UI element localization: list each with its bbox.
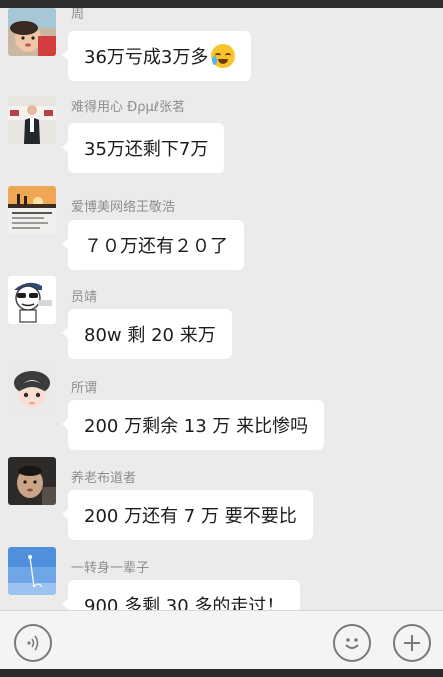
voice-icon[interactable] [14, 624, 52, 662]
avatar[interactable] [8, 8, 56, 56]
chat-message: 一转身一辈子 900 多剩 30 多的走过！ [0, 543, 443, 610]
chat-message: 员靖 80w 剩 20 来万 [0, 272, 443, 362]
sender-name: 难得用心 Ɖρμℓ张茗 [71, 100, 186, 115]
chat-message: 难得用心 Ɖρμℓ张茗 35万还剩下7万 [0, 92, 443, 182]
message-bubble[interactable]: 80w 剩 20 来万 [62, 309, 232, 359]
plus-icon[interactable] [393, 624, 431, 662]
message-bubble[interactable]: 36万亏成3万多 [61, 31, 252, 81]
avatar[interactable] [8, 276, 56, 324]
message-bubble[interactable]: 200 万还有 7 万 要不要比 [62, 490, 313, 540]
avatar[interactable] [8, 367, 56, 415]
avatar[interactable] [8, 457, 56, 505]
chat-input-bar [0, 610, 443, 677]
message-text: 200 万剩余 13 万 来比惨吗 [84, 416, 309, 437]
chat-message-list[interactable]: 周 36万亏成3万多 难得用心 Ɖρμℓ张茗 35万还剩下7万 爱博美网络王敬浩… [0, 8, 443, 610]
chat-message: 养老布道者 200 万还有 7 万 要不要比 [0, 453, 443, 543]
sender-name: 员靖 [71, 290, 98, 305]
message-text: 200 万还有 7 万 要不要比 [84, 506, 297, 527]
chat-message: 爱博美网络王敬浩 ７０万还有２０了 [0, 182, 443, 272]
crying-laughing-emoji-icon [211, 44, 236, 68]
avatar[interactable] [8, 547, 56, 595]
message-text: 80w 剩 20 来万 [84, 325, 216, 346]
message-bubble[interactable]: 900 多剩 30 多的走过！ [61, 580, 301, 610]
sender-name: 周 [71, 8, 85, 22]
message-text: 36万亏成3万多 [84, 47, 209, 68]
sender-name: 爱博美网络王敬浩 [71, 200, 176, 215]
status-bar [0, 0, 443, 8]
message-text: 900 多剩 30 多的走过！ [84, 596, 285, 610]
chat-message: 所谓 200 万剩余 13 万 来比惨吗 [0, 363, 443, 453]
message-text: ７０万还有２０了 [84, 236, 228, 257]
emoji-icon[interactable] [333, 624, 371, 662]
message-bubble[interactable]: 35万还剩下7万 [61, 123, 225, 173]
message-text: 35万还剩下7万 [84, 139, 209, 160]
navigation-strip [0, 669, 443, 677]
message-bubble[interactable]: 200 万剩余 13 万 来比惨吗 [61, 400, 325, 450]
sender-name: 养老布道者 [71, 471, 137, 486]
sender-name: 一转身一辈子 [71, 561, 150, 576]
chat-message: 周 36万亏成3万多 [0, 8, 443, 91]
message-bubble[interactable]: ７０万还有２０了 [62, 220, 244, 270]
avatar[interactable] [8, 96, 56, 144]
sender-name: 所谓 [71, 381, 98, 396]
avatar[interactable] [8, 186, 56, 234]
